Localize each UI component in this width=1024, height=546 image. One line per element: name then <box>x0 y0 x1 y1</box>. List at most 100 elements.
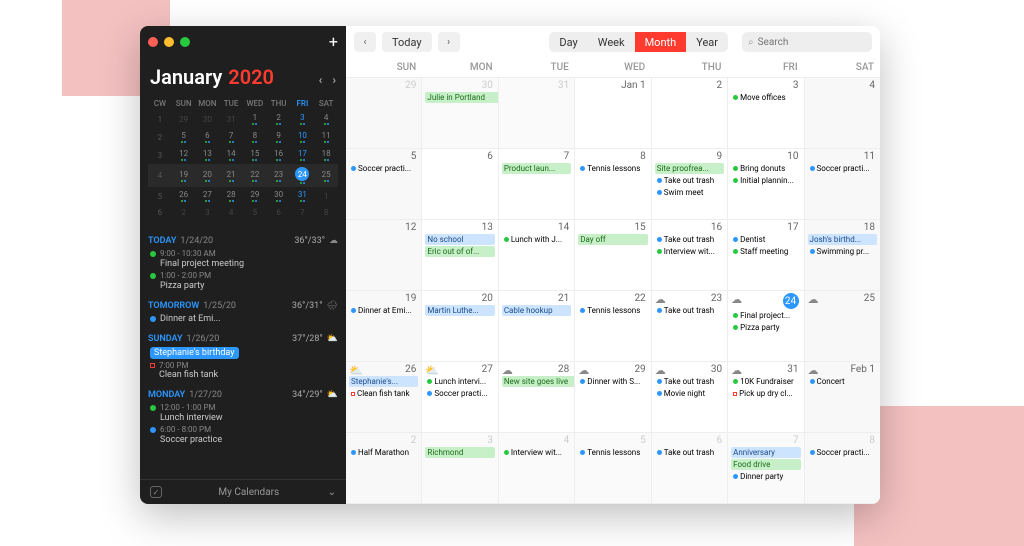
calendar-event[interactable]: Martin Luthe... <box>425 305 494 316</box>
day-cell[interactable]: 8Soccer practi... <box>805 433 880 503</box>
calendar-event[interactable]: Dinner party <box>731 471 800 482</box>
calendar-event[interactable]: Tennis lessons <box>578 447 647 458</box>
agenda-event[interactable]: 1:00 - 2:00 PMPizza party <box>148 270 338 292</box>
calendars-checkbox[interactable]: ✓ <box>150 486 162 498</box>
calendar-event[interactable]: Concert <box>808 376 877 387</box>
day-cell[interactable]: 8Tennis lessons <box>575 149 651 219</box>
calendar-event[interactable]: Clean fish tank <box>349 388 418 399</box>
calendar-event[interactable]: Product laun... <box>502 163 571 174</box>
calendar-event[interactable]: Dinner with S... <box>578 376 647 387</box>
calendar-event[interactable]: Eric out of of... <box>425 246 494 257</box>
agenda-event[interactable]: 12:00 - 1:00 PMLunch interview <box>148 402 338 424</box>
agenda-event[interactable]: 6:00 - 8:00 PMSoccer practice <box>148 424 338 446</box>
agenda-event[interactable]: Stephanie's birthday <box>148 346 338 360</box>
day-cell[interactable]: 15Day off <box>575 220 651 290</box>
calendar-event[interactable]: Stephanie's... <box>349 376 418 387</box>
calendar-event[interactable]: Take out trash <box>655 447 724 458</box>
day-cell[interactable]: ☁28New site goes live <box>499 362 575 432</box>
calendar-event[interactable]: Take out trash <box>655 376 724 387</box>
calendar-event[interactable]: Swim meet <box>655 187 724 198</box>
agenda-event[interactable]: 9:00 - 10:30 AMFinal project meeting <box>148 248 338 270</box>
my-calendars-label[interactable]: My Calendars <box>218 487 279 498</box>
agenda-event[interactable]: 7:00 PMClean fish tank <box>148 360 338 382</box>
calendar-event[interactable]: Day off <box>578 234 647 245</box>
day-cell[interactable]: 18Josh's birthd...Swimming pr... <box>805 220 880 290</box>
calendar-event[interactable]: Soccer practi... <box>425 388 494 399</box>
calendar-event[interactable]: Take out trash <box>655 175 724 186</box>
next-button[interactable]: › <box>438 32 460 52</box>
calendar-event[interactable]: Lunch with J... <box>502 234 571 245</box>
calendar-event[interactable]: Interview wit... <box>502 447 571 458</box>
day-cell[interactable]: 12 <box>346 220 422 290</box>
day-cell[interactable]: ⛅26Stephanie's...Clean fish tank <box>346 362 422 432</box>
prev-month-button[interactable]: ‹ <box>319 73 323 87</box>
search-input[interactable]: ⌕ <box>742 32 872 52</box>
calendar-event[interactable]: Bring donuts <box>731 163 800 174</box>
calendar-event[interactable]: Take out trash <box>655 234 724 245</box>
calendar-event[interactable]: Anniversary <box>731 447 800 458</box>
view-tab-year[interactable]: Year <box>686 32 728 52</box>
day-cell[interactable]: 5Tennis lessons <box>575 433 651 503</box>
calendar-event[interactable]: Take out trash <box>655 305 724 316</box>
calendar-event[interactable]: Richmond <box>425 447 494 458</box>
minimize-icon[interactable] <box>164 37 174 47</box>
calendar-event[interactable]: Soccer practi... <box>808 447 877 458</box>
calendar-event[interactable]: Tennis lessons <box>578 163 647 174</box>
calendar-event[interactable]: Dinner at Emi... <box>349 305 418 316</box>
day-cell[interactable]: 16Take out trashInterview wit... <box>652 220 728 290</box>
day-cell[interactable]: 3Move offices <box>728 78 804 148</box>
close-icon[interactable] <box>148 37 158 47</box>
day-cell[interactable]: 7AnniversaryFood driveDinner party <box>728 433 804 503</box>
calendar-event[interactable]: Movie night <box>655 388 724 399</box>
day-cell[interactable]: ☁29Dinner with S... <box>575 362 651 432</box>
day-cell[interactable]: 2Half Marathon <box>346 433 422 503</box>
prev-button[interactable]: ‹ <box>354 32 376 52</box>
calendar-event[interactable]: New site goes live <box>502 376 575 387</box>
calendar-event[interactable]: 10K Fundraiser <box>731 376 800 387</box>
day-cell[interactable]: Jan 1 <box>575 78 651 148</box>
calendar-event[interactable]: Julie in Portland <box>425 92 498 103</box>
calendar-event[interactable]: Cable hookup <box>502 305 571 316</box>
calendar-event[interactable]: Staff meeting <box>731 246 800 257</box>
mini-calendar[interactable]: CWSUNMONTUEWEDTHUFRISAT12930311234256789… <box>140 93 346 228</box>
day-cell[interactable]: ☁3110K FundraiserPick up dry cl... <box>728 362 804 432</box>
day-cell[interactable]: ☁24Final project...Pizza party <box>728 291 804 361</box>
calendar-event[interactable]: Move offices <box>731 92 800 103</box>
calendar-event[interactable]: Pick up dry cl... <box>731 388 800 399</box>
agenda-event[interactable]: Dinner at Emi... <box>148 313 338 326</box>
view-tab-day[interactable]: Day <box>549 32 587 52</box>
view-tab-week[interactable]: Week <box>588 32 635 52</box>
day-cell[interactable]: ☁25 <box>805 291 880 361</box>
calendar-event[interactable]: Pizza party <box>731 322 800 333</box>
day-cell[interactable]: ☁23Take out trash <box>652 291 728 361</box>
calendar-event[interactable]: Initial plannin... <box>731 175 800 186</box>
calendar-event[interactable]: Soccer practi... <box>349 163 418 174</box>
calendar-event[interactable]: No school <box>425 234 494 245</box>
today-button[interactable]: Today <box>382 32 432 52</box>
calendar-event[interactable]: Tennis lessons <box>578 305 647 316</box>
next-month-button[interactable]: › <box>332 73 336 87</box>
day-cell[interactable]: 14Lunch with J... <box>499 220 575 290</box>
day-cell[interactable]: 31 <box>499 78 575 148</box>
day-cell[interactable]: ⛅27Lunch intervi...Soccer practi... <box>422 362 498 432</box>
calendar-event[interactable]: Food drive <box>731 459 800 470</box>
calendar-event[interactable]: Soccer practi... <box>808 163 877 174</box>
day-cell[interactable]: 6 <box>422 149 498 219</box>
day-cell[interactable]: 17DentistStaff meeting <box>728 220 804 290</box>
calendar-event[interactable]: Final project... <box>731 310 800 321</box>
calendar-event[interactable]: Lunch intervi... <box>425 376 494 387</box>
day-cell[interactable]: 7Product laun... <box>499 149 575 219</box>
day-cell[interactable]: 30Julie in Portland <box>422 78 498 148</box>
calendar-event[interactable]: Dentist <box>731 234 800 245</box>
day-cell[interactable]: 4Interview wit... <box>499 433 575 503</box>
day-cell[interactable]: 2 <box>652 78 728 148</box>
day-cell[interactable]: ☁Feb 1Concert <box>805 362 880 432</box>
day-cell[interactable]: 13No schoolEric out of of... <box>422 220 498 290</box>
day-cell[interactable]: 11Soccer practi... <box>805 149 880 219</box>
maximize-icon[interactable] <box>180 37 190 47</box>
day-cell[interactable]: 20Martin Luthe... <box>422 291 498 361</box>
calendar-event[interactable]: Site proofrea... <box>655 163 724 174</box>
add-event-button[interactable]: + <box>329 32 338 51</box>
day-cell[interactable]: 19Dinner at Emi... <box>346 291 422 361</box>
day-cell[interactable]: 9Site proofrea...Take out trashSwim meet <box>652 149 728 219</box>
